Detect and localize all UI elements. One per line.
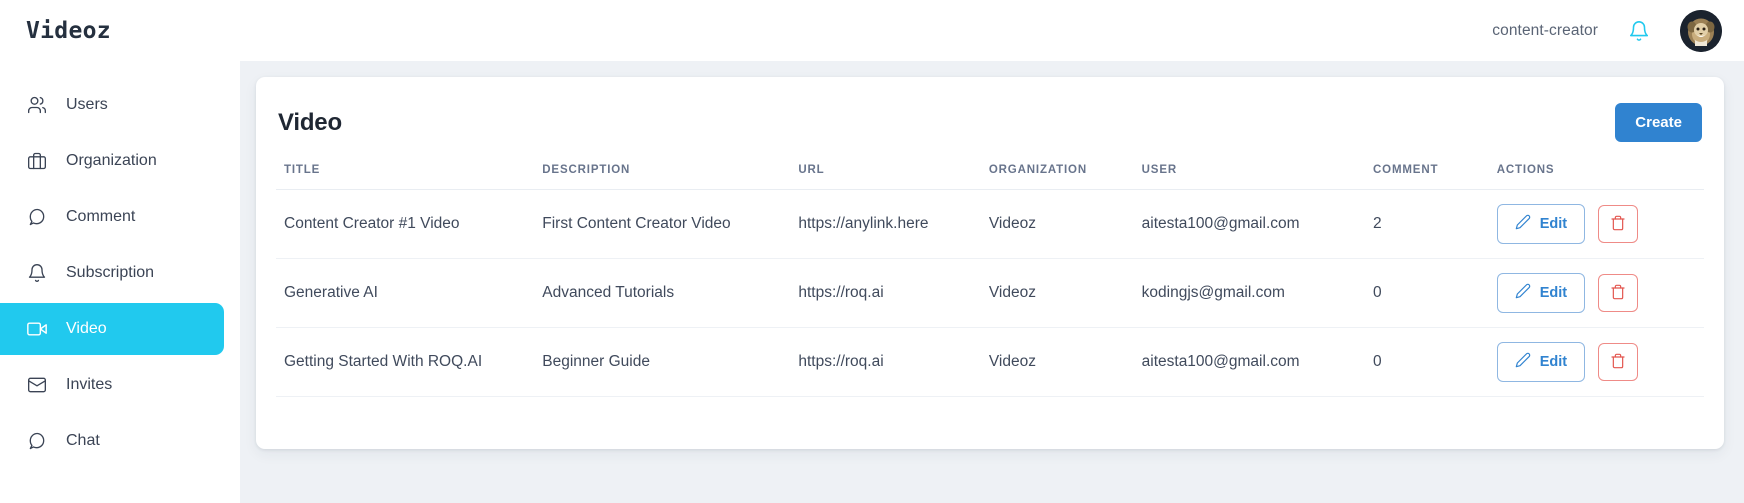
sidebar-item-label: Subscription bbox=[66, 264, 155, 281]
trash-icon bbox=[1610, 215, 1626, 234]
edit-button-label: Edit bbox=[1539, 285, 1568, 301]
sidebar-item-chat[interactable]: Chat bbox=[0, 415, 240, 467]
cell-organization: Videoz bbox=[980, 327, 1134, 397]
cell-user: aitesta100@gmail.com bbox=[1133, 189, 1365, 259]
top-bar: Videoz content-creator bbox=[0, 0, 1744, 61]
pencil-icon bbox=[1515, 283, 1531, 303]
create-button[interactable]: Create bbox=[1615, 103, 1702, 142]
sidebar: Users Organization Comment Subscription bbox=[0, 61, 240, 503]
table-body: Content Creator #1 Video First Content C… bbox=[276, 189, 1704, 397]
comment-icon bbox=[26, 207, 47, 228]
notifications-bell-icon[interactable] bbox=[1624, 16, 1654, 46]
main-content: Video Create TITLE DESCRIPTION URL ORGAN… bbox=[240, 61, 1744, 503]
table-row: Getting Started With ROQ.AI Beginner Gui… bbox=[276, 327, 1704, 397]
cell-url: https://roq.ai bbox=[790, 327, 981, 397]
column-header-organization[interactable]: ORGANIZATION bbox=[980, 164, 1134, 190]
cell-description: Beginner Guide bbox=[534, 327, 791, 397]
row-actions: Edit bbox=[1496, 273, 1696, 313]
trash-icon bbox=[1610, 284, 1626, 303]
current-user-role: content-creator bbox=[1492, 21, 1598, 39]
trash-icon bbox=[1610, 353, 1626, 372]
edit-button-label: Edit bbox=[1539, 354, 1568, 370]
pencil-icon bbox=[1515, 352, 1531, 372]
sidebar-item-invites[interactable]: Invites bbox=[0, 359, 240, 411]
column-header-user[interactable]: USER bbox=[1133, 164, 1365, 190]
sidebar-item-comment[interactable]: Comment bbox=[0, 191, 240, 243]
sidebar-item-label: Chat bbox=[66, 432, 100, 449]
row-actions: Edit bbox=[1496, 342, 1696, 382]
video-card: Video Create TITLE DESCRIPTION URL ORGAN… bbox=[256, 77, 1724, 449]
chat-icon bbox=[26, 431, 47, 452]
sidebar-item-video[interactable]: Video bbox=[0, 303, 224, 355]
page-title: Video bbox=[278, 108, 342, 136]
cell-actions: Edit bbox=[1488, 189, 1704, 259]
sidebar-item-label: Organization bbox=[66, 152, 157, 169]
column-header-url[interactable]: URL bbox=[790, 164, 981, 190]
cell-actions: Edit bbox=[1488, 258, 1704, 328]
cell-url: https://anylink.here bbox=[790, 189, 981, 259]
column-header-title[interactable]: TITLE bbox=[276, 164, 535, 190]
bell-icon bbox=[26, 263, 47, 284]
cell-url: https://roq.ai bbox=[790, 258, 981, 328]
delete-button[interactable] bbox=[1598, 343, 1639, 381]
sidebar-item-label: Video bbox=[66, 320, 107, 337]
pencil-icon bbox=[1515, 214, 1531, 234]
briefcase-icon bbox=[26, 151, 47, 172]
cell-title: Content Creator #1 Video bbox=[276, 189, 535, 259]
edit-button[interactable]: Edit bbox=[1496, 342, 1586, 382]
cell-comment: 2 bbox=[1365, 189, 1489, 259]
cell-comment: 0 bbox=[1365, 258, 1489, 328]
column-header-actions: ACTIONS bbox=[1488, 164, 1704, 190]
delete-button[interactable] bbox=[1598, 274, 1639, 312]
card-header: Video Create bbox=[276, 99, 1704, 142]
table-row: Generative AI Advanced Tutorials https:/… bbox=[276, 258, 1704, 328]
edit-button[interactable]: Edit bbox=[1496, 273, 1586, 313]
cell-description: First Content Creator Video bbox=[534, 189, 791, 259]
delete-button[interactable] bbox=[1598, 205, 1639, 243]
table-header-row: TITLE DESCRIPTION URL ORGANIZATION USER … bbox=[276, 164, 1704, 190]
edit-button-label: Edit bbox=[1539, 216, 1568, 232]
cell-title: Getting Started With ROQ.AI bbox=[276, 327, 535, 397]
edit-button[interactable]: Edit bbox=[1496, 204, 1586, 244]
cell-user: aitesta100@gmail.com bbox=[1133, 327, 1365, 397]
user-avatar[interactable] bbox=[1680, 9, 1722, 52]
table-row: Content Creator #1 Video First Content C… bbox=[276, 189, 1704, 259]
column-header-comment[interactable]: COMMENT bbox=[1365, 164, 1489, 190]
cell-organization: Videoz bbox=[980, 258, 1134, 328]
cell-organization: Videoz bbox=[980, 189, 1134, 259]
cell-actions: Edit bbox=[1488, 327, 1704, 397]
sidebar-item-subscription[interactable]: Subscription bbox=[0, 247, 240, 299]
cell-description: Advanced Tutorials bbox=[534, 258, 791, 328]
row-actions: Edit bbox=[1496, 204, 1696, 244]
users-icon bbox=[26, 95, 47, 116]
sidebar-item-organization[interactable]: Organization bbox=[0, 135, 240, 187]
envelope-icon bbox=[26, 375, 47, 396]
sidebar-item-label: Comment bbox=[66, 208, 136, 225]
table-header: TITLE DESCRIPTION URL ORGANIZATION USER … bbox=[276, 164, 1704, 190]
top-bar-right: content-creator bbox=[1492, 9, 1744, 52]
sidebar-item-label: Users bbox=[66, 96, 108, 113]
app-logo[interactable]: Videoz bbox=[0, 18, 240, 44]
video-camera-icon bbox=[26, 319, 47, 340]
sidebar-item-label: Invites bbox=[66, 376, 113, 393]
cell-comment: 0 bbox=[1365, 327, 1489, 397]
column-header-description[interactable]: DESCRIPTION bbox=[534, 164, 791, 190]
sidebar-item-users[interactable]: Users bbox=[0, 79, 240, 131]
video-table: TITLE DESCRIPTION URL ORGANIZATION USER … bbox=[276, 164, 1704, 397]
cell-title: Generative AI bbox=[276, 258, 535, 328]
cell-user: kodingjs@gmail.com bbox=[1133, 258, 1365, 328]
